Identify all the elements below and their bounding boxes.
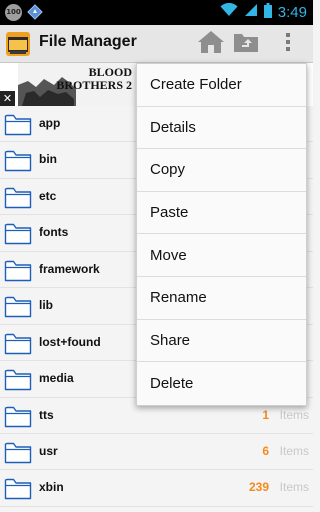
- folder-icon: [4, 185, 32, 209]
- app-folder-icon[interactable]: [6, 32, 30, 56]
- battery-icon: [263, 2, 272, 23]
- file-name: app: [39, 116, 61, 130]
- folder-icon: [4, 148, 32, 172]
- folder-icon: [4, 440, 32, 464]
- item-count-unit: Items: [279, 480, 309, 495]
- notification-badge-icon: 100: [5, 3, 22, 21]
- home-icon: [197, 29, 225, 60]
- file-name: media: [39, 371, 74, 386]
- navigation-diamond-icon: [26, 4, 43, 21]
- file-row[interactable]: usr 6 Items: [0, 433, 313, 471]
- file-name: framework: [39, 261, 100, 276]
- folder-icon: [4, 258, 32, 282]
- file-name: tts: [39, 407, 54, 422]
- signal-icon: [244, 3, 258, 22]
- item-count: 1: [262, 407, 269, 422]
- menu-item-details[interactable]: Details: [137, 107, 306, 150]
- ad-title: BLOOD BROTHERS 2: [56, 65, 132, 92]
- file-name: lib: [39, 298, 53, 313]
- item-count-unit: Items: [279, 443, 309, 458]
- file-name: xbin: [39, 480, 64, 495]
- action-bar: File Manager: [0, 25, 313, 63]
- home-button[interactable]: [194, 27, 228, 61]
- menu-item-create-folder[interactable]: Create Folder: [137, 64, 306, 107]
- folder-icon: [4, 221, 32, 245]
- file-name: fonts: [39, 225, 69, 240]
- parent-folder-button[interactable]: [229, 27, 263, 61]
- menu-item-copy[interactable]: Copy: [137, 149, 306, 192]
- folder-icon: [4, 294, 32, 318]
- item-count: 6: [262, 443, 269, 458]
- file-row[interactable]: xbin 239 Items: [0, 470, 313, 507]
- parent-folder-icon: [233, 31, 259, 58]
- page-title: File Manager: [39, 33, 137, 50]
- wifi-icon: [220, 2, 238, 22]
- menu-item-delete[interactable]: Delete: [137, 362, 306, 405]
- folder-icon: [4, 331, 32, 355]
- file-name: etc: [39, 188, 57, 203]
- file-name: bin: [39, 152, 57, 167]
- ad-close-button[interactable]: ✕: [0, 91, 15, 106]
- status-time: 3:49: [277, 4, 307, 21]
- menu-item-move[interactable]: Move: [137, 234, 306, 277]
- menu-item-share[interactable]: Share: [137, 320, 306, 363]
- menu-item-paste[interactable]: Paste: [137, 192, 306, 235]
- folder-icon: [4, 404, 32, 428]
- ad-image[interactable]: BLOOD BROTHERS 2: [18, 63, 136, 106]
- folder-icon: [4, 476, 32, 500]
- context-menu: Create Folder Details Copy Paste Move Rename S…: [136, 63, 307, 406]
- overflow-menu-icon: [285, 32, 291, 57]
- status-bar: 100 3:49: [0, 0, 313, 25]
- folder-icon: [4, 112, 32, 136]
- folder-icon: [4, 367, 32, 391]
- file-name: usr: [39, 443, 58, 458]
- file-name: lost+found: [39, 334, 101, 349]
- overflow-menu-button[interactable]: [271, 27, 305, 61]
- item-count-unit: Items: [279, 407, 309, 422]
- menu-item-rename[interactable]: Rename: [137, 277, 306, 320]
- item-count: 239: [248, 480, 269, 495]
